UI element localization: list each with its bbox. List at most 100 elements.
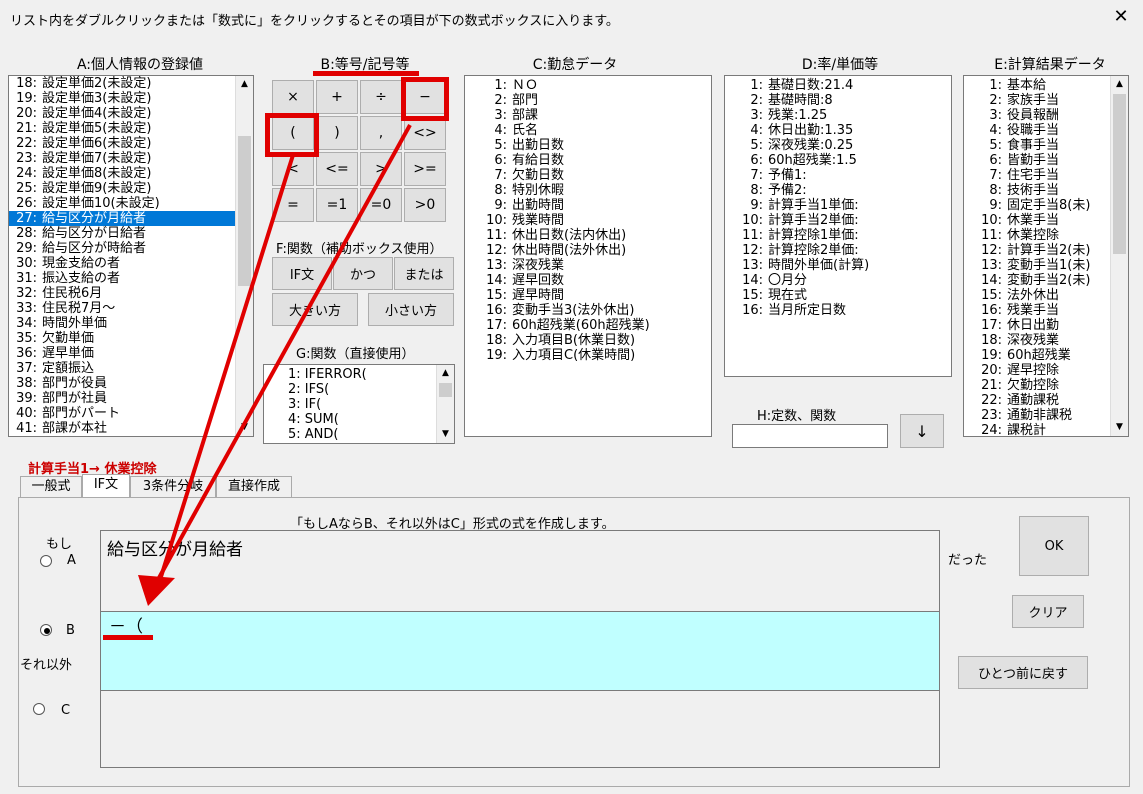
function-item[interactable]: 5: AND( xyxy=(264,427,436,442)
equal-key[interactable]: = xyxy=(272,188,314,222)
list-item[interactable]: 23: 通勤非課税 xyxy=(964,408,1112,423)
ok-button[interactable]: OK xyxy=(1019,516,1089,576)
divide-key[interactable]: ÷ xyxy=(360,80,402,114)
list-item[interactable]: 22: 通勤課税 xyxy=(964,393,1112,408)
scroll-up-icon[interactable]: ▲ xyxy=(1111,76,1128,93)
or-button[interactable]: または xyxy=(394,257,454,290)
list-item[interactable]: 41: 部課が本社 xyxy=(9,421,237,436)
list-g[interactable]: 1: IFERROR(2: IFS(3: IF(4: SUM(5: AND( ▲… xyxy=(263,364,455,444)
list-item[interactable]: 8: 特別休暇 xyxy=(465,183,709,198)
list-item[interactable]: 24: 設定単価8(未設定) xyxy=(9,166,237,181)
list-item[interactable]: 16: 変動手当3(法外休出) xyxy=(465,303,709,318)
list-item[interactable]: 33: 住民税7月～ xyxy=(9,301,237,316)
list-item[interactable]: 13: 深夜残業 xyxy=(465,258,709,273)
list-item[interactable]: 6: 皆勤手当 xyxy=(964,153,1112,168)
list-item[interactable]: 10: 残業時間 xyxy=(465,213,709,228)
list-item[interactable]: 4: 役職手当 xyxy=(964,123,1112,138)
list-item[interactable]: 11: 休出日数(法内休出) xyxy=(465,228,709,243)
list-item[interactable]: 8: 予備2: xyxy=(725,183,949,198)
list-item[interactable]: 5: 食事手当 xyxy=(964,138,1112,153)
insert-down-button[interactable]: ↓ xyxy=(900,414,944,448)
list-item[interactable]: 36: 遅早単価 xyxy=(9,346,237,361)
list-item[interactable]: 7: 欠勤日数 xyxy=(465,168,709,183)
list-item[interactable]: 8: 技術手当 xyxy=(964,183,1112,198)
scroll-up-icon[interactable]: ▲ xyxy=(437,365,454,382)
list-item[interactable]: 15: 遅早時間 xyxy=(465,288,709,303)
list-item[interactable]: 1: 基礎日数:21.4 xyxy=(725,78,949,93)
list-item[interactable]: 19: 入力項目C(休業時間) xyxy=(465,348,709,363)
list-item[interactable]: 35: 欠勤単価 xyxy=(9,331,237,346)
max-button[interactable]: 大きい方 xyxy=(272,293,358,326)
list-item[interactable]: 10: 計算手当2単価: xyxy=(725,213,949,228)
undo-button[interactable]: ひとつ前に戻す xyxy=(958,656,1088,689)
list-item[interactable]: 6: 有給日数 xyxy=(465,153,709,168)
list-item[interactable]: 11: 休業控除 xyxy=(964,228,1112,243)
list-item[interactable]: 20: 遅早控除 xyxy=(964,363,1112,378)
list-item[interactable]: 21: 設定単価5(未設定) xyxy=(9,121,237,136)
field-c[interactable] xyxy=(100,690,940,768)
scroll-thumb[interactable] xyxy=(1113,94,1126,254)
list-item[interactable]: 1: 基本給 xyxy=(964,78,1112,93)
comma-key[interactable]: , xyxy=(360,116,402,150)
list-item[interactable]: 40: 部門がパート xyxy=(9,406,237,421)
list-item[interactable]: 30: 現金支給の者 xyxy=(9,256,237,271)
radio-a[interactable] xyxy=(40,555,52,567)
list-e[interactable]: 1: 基本給 2: 家族手当 3: 役員報酬 4: 役職手当 5: 食事手当 6: 皆勤手当 7: 住宅手… xyxy=(963,75,1129,437)
greater-equal-key[interactable]: >= xyxy=(404,152,446,186)
list-item[interactable]: 18: 深夜残業 xyxy=(964,333,1112,348)
list-item[interactable]: 28: 給与区分が日給者 xyxy=(9,226,237,241)
list-c[interactable]: 1: ＮＯ 2: 部門 3: 部課 4: 氏名 5: 出勤日数 6: 有給日数 7: 欠勤日数 8: 特別休暇… xyxy=(464,75,712,437)
list-item[interactable]: 17: 60h超残業(60h超残業) xyxy=(465,318,709,333)
multiply-key[interactable]: × xyxy=(272,80,314,114)
list-item[interactable]: 6: 60h超残業:1.5 xyxy=(725,153,949,168)
constant-input[interactable] xyxy=(732,424,888,448)
list-item[interactable]: 21: 欠勤控除 xyxy=(964,378,1112,393)
list-item[interactable]: 15: 法外休出 xyxy=(964,288,1112,303)
not-equal-key[interactable]: <> xyxy=(404,116,446,150)
and-button[interactable]: かつ xyxy=(333,257,393,290)
list-item[interactable]: 2: 家族手当 xyxy=(964,93,1112,108)
list-item[interactable]: 38: 部門が役員 xyxy=(9,376,237,391)
list-item[interactable]: 5: 出勤日数 xyxy=(465,138,709,153)
list-item[interactable]: 18: 設定単価2(未設定) xyxy=(9,76,237,91)
scroll-down-icon[interactable]: ▼ xyxy=(1111,419,1128,436)
list-g-scrollbar[interactable]: ▲ ▼ xyxy=(436,365,454,443)
tab-direct[interactable]: 直接作成 xyxy=(216,476,292,498)
min-button[interactable]: 小さい方 xyxy=(368,293,454,326)
scroll-down-icon[interactable]: ▼ xyxy=(236,419,253,436)
list-item[interactable]: 16: 残業手当 xyxy=(964,303,1112,318)
less-key[interactable]: < xyxy=(272,152,314,186)
list-item[interactable]: 39: 部門が社員 xyxy=(9,391,237,406)
list-item[interactable]: 17: 休日出勤 xyxy=(964,318,1112,333)
function-item[interactable]: 2: IFS( xyxy=(264,382,436,397)
list-item[interactable]: 13: 変動手当1(未) xyxy=(964,258,1112,273)
tab-three-branch[interactable]: 3条件分岐 xyxy=(130,476,216,498)
plus-key[interactable]: + xyxy=(316,80,358,114)
close-paren-key[interactable]: ) xyxy=(316,116,358,150)
list-item[interactable]: 14: 〇月分 xyxy=(725,273,949,288)
list-item[interactable]: 3: 部課 xyxy=(465,108,709,123)
list-item[interactable]: 31: 振込支給の者 xyxy=(9,271,237,286)
list-item[interactable]: 23: 設定単価7(未設定) xyxy=(9,151,237,166)
list-item[interactable]: 12: 計算手当2(未) xyxy=(964,243,1112,258)
list-item[interactable]: 34: 時間外単価 xyxy=(9,316,237,331)
list-item[interactable]: 19: 60h超残業 xyxy=(964,348,1112,363)
list-item[interactable]: 4: 休日出勤:1.35 xyxy=(725,123,949,138)
list-item[interactable]: 4: 氏名 xyxy=(465,123,709,138)
list-a-scrollbar[interactable]: ▲ ▼ xyxy=(235,76,253,436)
list-item[interactable]: 20: 設定単価4(未設定) xyxy=(9,106,237,121)
list-item[interactable]: 22: 設定単価6(未設定) xyxy=(9,136,237,151)
if-button[interactable]: IF文 xyxy=(272,257,332,290)
close-icon[interactable]: ✕ xyxy=(1110,6,1132,28)
list-item[interactable]: 19: 設定単価3(未設定) xyxy=(9,91,237,106)
radio-b[interactable] xyxy=(40,624,52,636)
list-item[interactable]: 2: 基礎時間:8 xyxy=(725,93,949,108)
equal-one-key[interactable]: =1 xyxy=(316,188,358,222)
list-item[interactable]: 18: 入力項目B(休業日数) xyxy=(465,333,709,348)
function-item[interactable]: 1: IFERROR( xyxy=(264,367,436,382)
list-item[interactable]: 12: 計算控除2単価: xyxy=(725,243,949,258)
list-item[interactable]: 9: 固定手当8(未) xyxy=(964,198,1112,213)
tab-general[interactable]: 一般式 xyxy=(20,476,82,498)
field-b[interactable]: －（ xyxy=(100,611,940,691)
list-item[interactable]: 9: 計算手当1単価: xyxy=(725,198,949,213)
